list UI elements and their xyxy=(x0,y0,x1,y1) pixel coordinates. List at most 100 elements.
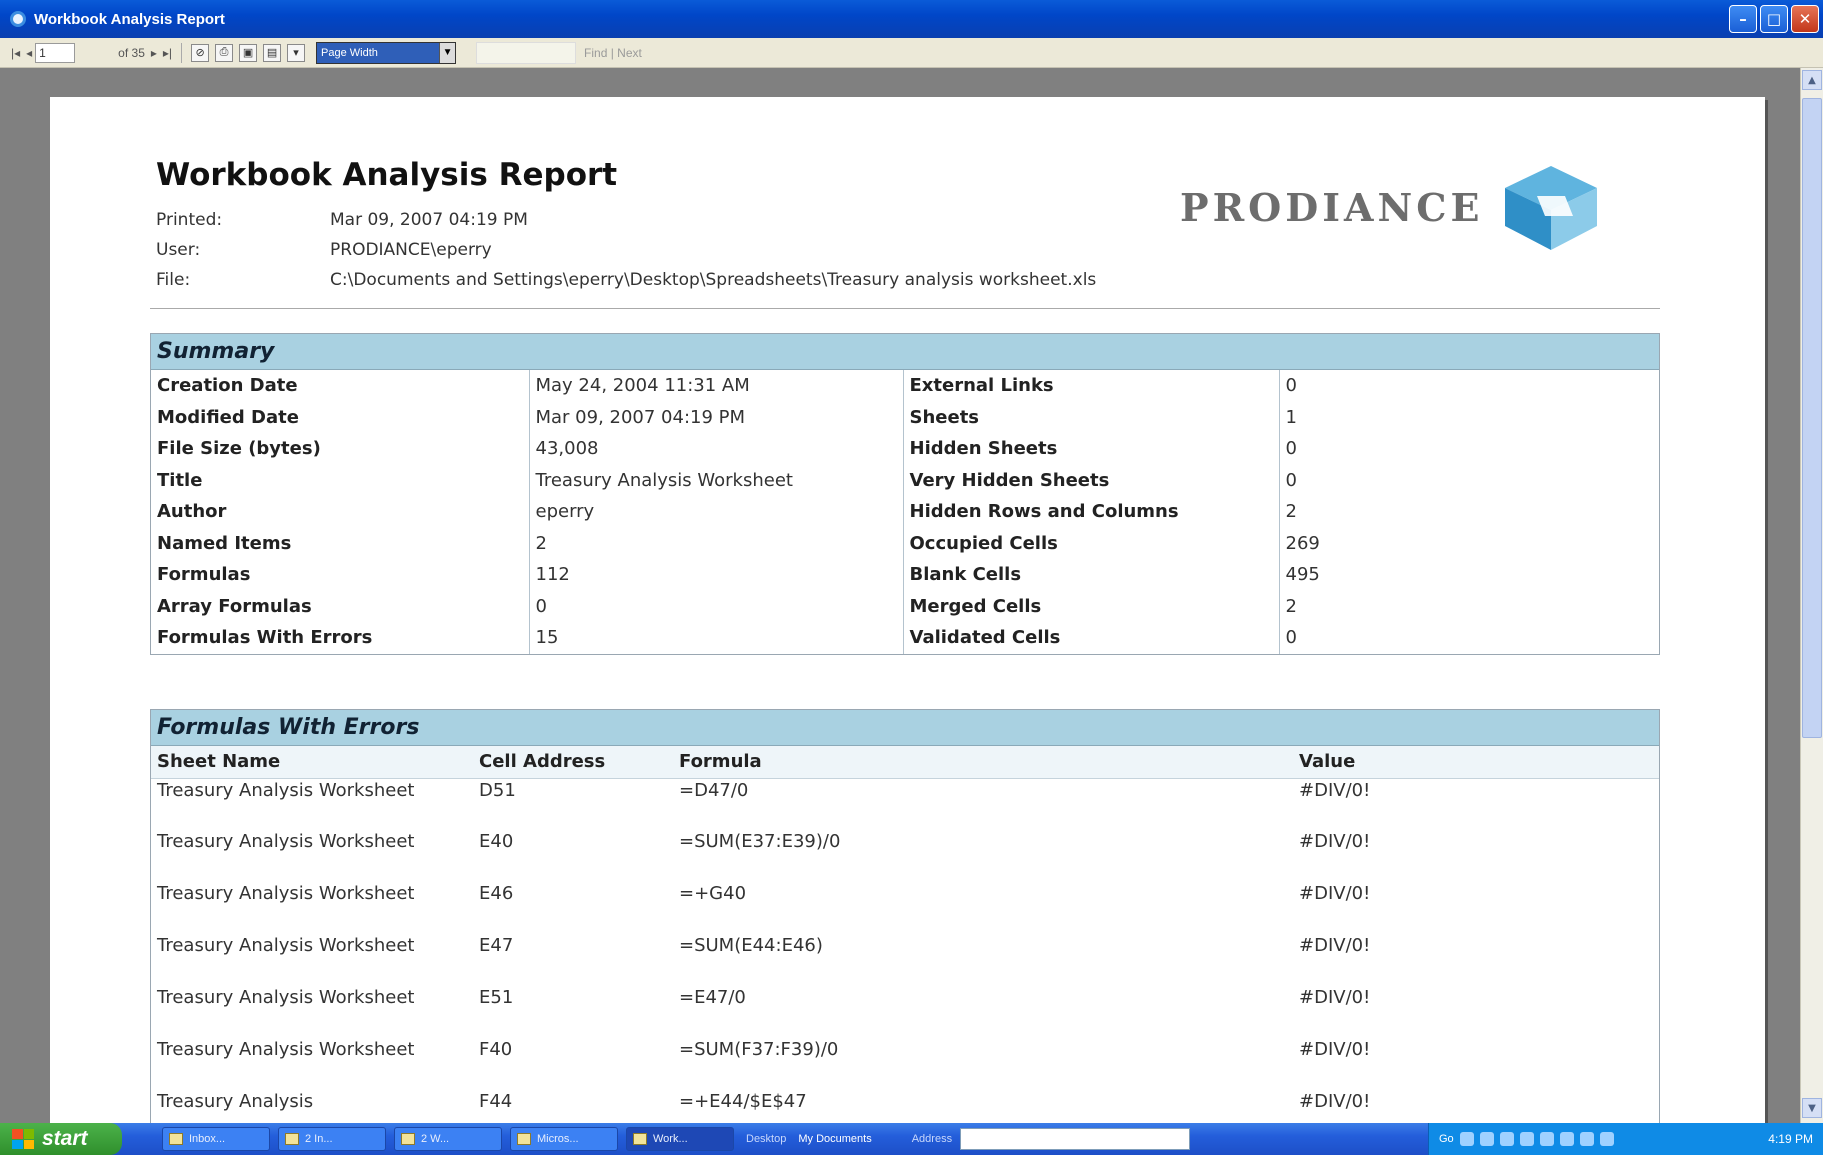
windows-taskbar: start Inbox... 2 In... 2 W... Micros... … xyxy=(0,1123,1823,1155)
column-header[interactable]: Formula xyxy=(673,746,1293,779)
start-label: start xyxy=(42,1127,88,1150)
tray-icon[interactable] xyxy=(1559,1132,1574,1146)
page-layout-icon[interactable]: ▣ xyxy=(239,43,258,62)
export-icon[interactable]: ▾ xyxy=(287,43,306,62)
table-row: Treasury Analysis Worksheet D51 =D47/0 #DIV… xyxy=(151,778,1659,830)
summary-key: Hidden Rows and Columns xyxy=(902,496,1279,528)
summary-key: Array Formulas xyxy=(151,590,529,622)
summary-value: 43,008 xyxy=(528,433,903,465)
tray-icon[interactable] xyxy=(1519,1132,1534,1146)
print-icon[interactable]: ⎙ xyxy=(215,43,234,62)
vertical-scrollbar[interactable]: ▲ ▼ xyxy=(1800,68,1823,1123)
logo-wordmark: PRODIANCE xyxy=(1180,184,1484,230)
cell-address-cell: E46 xyxy=(479,883,514,904)
find-next-link[interactable]: Find | Next xyxy=(584,46,642,60)
value-cell: #DIV/0! xyxy=(1299,779,1371,801)
tray-icon[interactable] xyxy=(1459,1132,1474,1146)
column-header[interactable]: Sheet Name xyxy=(151,746,473,779)
summary-value: May 24, 2004 11:31 AM xyxy=(528,370,903,402)
first-page-icon[interactable]: |◂ xyxy=(8,42,23,64)
cube-logo-icon xyxy=(1505,166,1598,250)
page-count: of 35 xyxy=(118,45,145,60)
meta-user: User: PRODIANCE\eperry xyxy=(156,240,492,260)
minimize-button[interactable]: – xyxy=(1729,5,1757,33)
tray-icon[interactable] xyxy=(1579,1132,1594,1146)
tray-icon[interactable] xyxy=(1479,1132,1494,1146)
go-button[interactable]: Go xyxy=(1439,1133,1454,1145)
cell-address-cell: E40 xyxy=(479,831,514,852)
my-documents-link[interactable]: My Documents xyxy=(798,1133,871,1145)
sheet-name-cell: Treasury Analysis Worksheet xyxy=(157,831,415,852)
page-setup-icon[interactable]: ▤ xyxy=(263,43,282,62)
meta-label: User: xyxy=(156,240,201,260)
summary-value: eperry xyxy=(528,496,903,528)
summary-key: Creation Date xyxy=(151,370,529,402)
formula-cell: =D47/0 xyxy=(679,779,749,801)
table-row: Treasury Analysis Worksheet E46 =+G40 #DIV/… xyxy=(151,882,1659,934)
report-toolbar: |◂ ◂ of 35 ▸ ▸| ⊘ ⎙ ▣ ▤ ▾ Page Width ▼ F… xyxy=(0,38,1823,68)
meta-printed: Printed: Mar 09, 2007 04:19 PM xyxy=(156,210,528,230)
errors-table: Sheet Name Cell Address Formula Value Tr… xyxy=(151,746,1659,1142)
column-header[interactable]: Cell Address xyxy=(473,746,673,779)
network-icon[interactable] xyxy=(1599,1132,1614,1146)
summary-value: 269 xyxy=(1278,527,1659,559)
column-header[interactable]: Value xyxy=(1293,746,1659,779)
address-input[interactable] xyxy=(960,1128,1191,1150)
meta-label: File: xyxy=(156,270,191,290)
desktop-toolbar[interactable]: Desktop xyxy=(746,1133,786,1145)
tray-icon[interactable] xyxy=(1499,1132,1514,1146)
header-divider xyxy=(150,308,1660,309)
window-titlebar: Workbook Analysis Report – □ ✕ xyxy=(0,0,1823,38)
task-label: Micros... xyxy=(537,1133,579,1145)
value-cell: #DIV/0! xyxy=(1299,1039,1371,1060)
summary-key: Author xyxy=(151,496,529,528)
start-button[interactable]: start xyxy=(0,1123,122,1155)
scroll-down-icon[interactable]: ▼ xyxy=(1802,1098,1822,1118)
window-title: Workbook Analysis Report xyxy=(34,10,225,28)
summary-row: Modified Date Mar 09, 2007 04:19 PM Sheets… xyxy=(151,401,1659,433)
taskbar-item-work[interactable]: Work... xyxy=(626,1127,734,1151)
chevron-down-icon[interactable]: ▼ xyxy=(439,42,456,63)
outlook-icon xyxy=(169,1133,183,1145)
task-label: Work... xyxy=(653,1133,688,1145)
maximize-button[interactable]: □ xyxy=(1760,5,1788,33)
taskbar-item-excel[interactable]: Micros... xyxy=(510,1127,618,1151)
meta-file: File: C:\Documents and Settings\eperry\De… xyxy=(156,270,1096,290)
cell-address-cell: E51 xyxy=(479,987,514,1008)
taskbar-item-ie[interactable]: 2 In... xyxy=(278,1127,386,1151)
summary-value: 2 xyxy=(1278,496,1659,528)
summary-key: Named Items xyxy=(151,527,529,559)
taskbar-item-explorer[interactable]: 2 W... xyxy=(394,1127,502,1151)
stop-icon[interactable]: ⊘ xyxy=(191,43,210,62)
taskbar-item-inbox[interactable]: Inbox... xyxy=(162,1127,270,1151)
previous-page-icon[interactable]: ◂ xyxy=(23,42,35,64)
task-label: Inbox... xyxy=(189,1133,226,1145)
summary-key: File Size (bytes) xyxy=(151,433,529,465)
scroll-up-icon[interactable]: ▲ xyxy=(1802,70,1822,90)
summary-value: Treasury Analysis Worksheet xyxy=(528,464,903,496)
summary-value: 2 xyxy=(1278,590,1659,622)
summary-key: Merged Cells xyxy=(902,590,1279,622)
find-input[interactable] xyxy=(476,41,577,64)
meta-value: PRODIANCE\eperry xyxy=(330,240,492,260)
value-cell: #DIV/0! xyxy=(1299,987,1371,1008)
summary-row: Named Items 2 Occupied Cells 269 xyxy=(151,527,1659,559)
cell-address-cell: E47 xyxy=(479,935,514,956)
address-label: Address xyxy=(911,1133,953,1145)
summary-value: 0 xyxy=(528,590,903,622)
value-cell: #DIV/0! xyxy=(1299,883,1371,904)
next-page-icon[interactable]: ▸ xyxy=(148,42,160,64)
summary-row: Creation Date May 24, 2004 11:31 AM Extern… xyxy=(151,370,1659,402)
summary-value: 2 xyxy=(528,527,903,559)
summary-key: Occupied Cells xyxy=(902,527,1279,559)
page-number-input[interactable] xyxy=(35,42,76,63)
last-page-icon[interactable]: ▸| xyxy=(160,42,175,64)
formula-cell: =+G40 xyxy=(679,883,747,904)
scroll-thumb[interactable] xyxy=(1802,98,1822,738)
zoom-select[interactable]: Page Width ▼ xyxy=(316,41,457,64)
tray-icon[interactable] xyxy=(1539,1132,1554,1146)
task-label: 2 In... xyxy=(305,1133,333,1145)
sheet-name-cell: Treasury Analysis Worksheet xyxy=(157,1039,415,1060)
meta-label: Printed: xyxy=(156,210,223,230)
close-button[interactable]: ✕ xyxy=(1791,5,1819,33)
